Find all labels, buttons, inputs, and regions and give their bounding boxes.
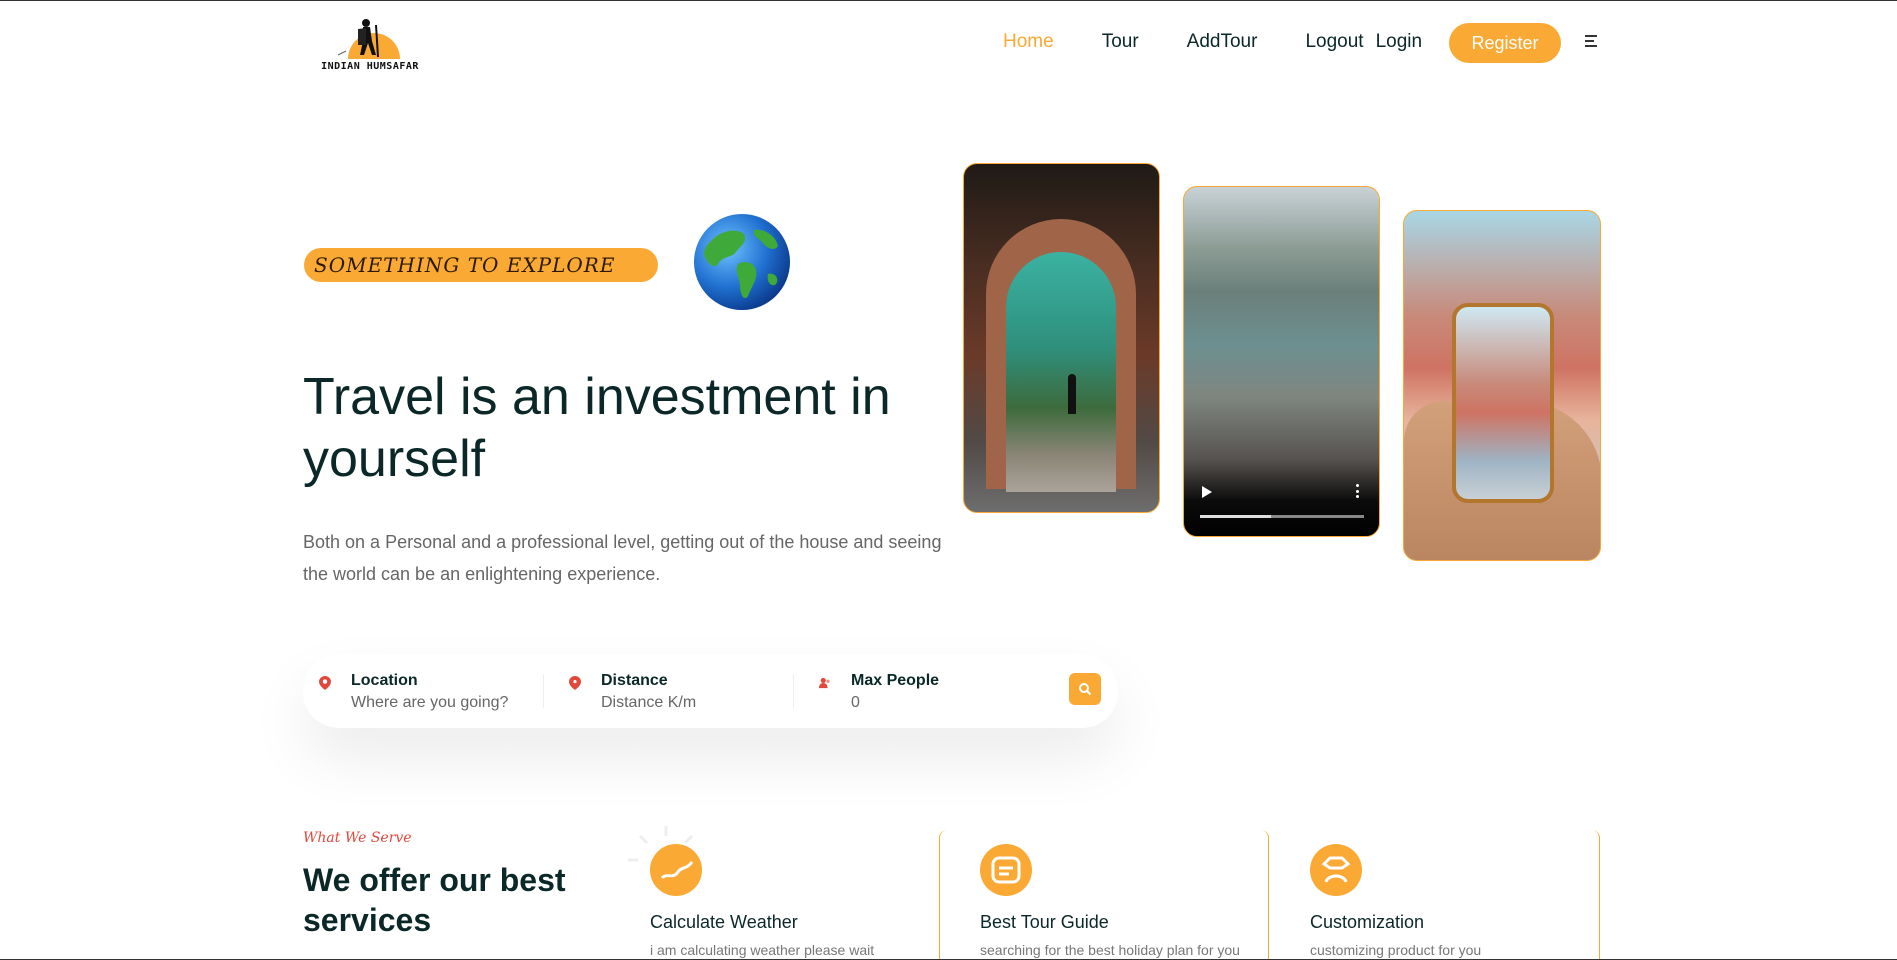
service-desc: customizing product for you (1310, 942, 1482, 958)
service-desc: i am calculating weather please wait (650, 942, 875, 958)
hiker-logo-icon (337, 19, 400, 59)
location-input[interactable]: Where are you going? (351, 694, 508, 712)
globe-icon (694, 214, 790, 310)
video-progress-bar[interactable] (1200, 515, 1364, 518)
phone-shape (1452, 303, 1554, 503)
service-title: Calculate Weather (650, 912, 798, 932)
search-divider (793, 674, 794, 708)
service-card-weather: Calculate Weather i am calculating weath… (628, 826, 960, 960)
hero-subtitle: SOMETHING TO EXPLORE (304, 248, 658, 282)
navbar: INDIAN HUMSAFAR Home Tour AddTour Logout… (0, 0, 1897, 86)
video-progress-fill (1200, 515, 1271, 518)
person-silhouette (1068, 374, 1076, 414)
register-button[interactable]: Register (1449, 23, 1561, 63)
weather-icon (650, 844, 702, 896)
nav-addtour[interactable]: AddTour (1187, 31, 1258, 53)
hero-title: Travel is an investment in yourself (303, 368, 891, 488)
play-icon[interactable] (1202, 486, 1212, 498)
max-people-input[interactable]: 0 (851, 694, 860, 712)
service-title: Customization (1310, 912, 1425, 932)
services-subtitle: What We Serve (303, 830, 412, 846)
gallery-image-arch (963, 163, 1160, 513)
service-card-customization: Customization customizing product for yo… (1270, 830, 1600, 960)
group-icon (819, 677, 830, 689)
nav-home[interactable]: Home (1003, 31, 1054, 53)
site-logo[interactable]: INDIAN HUMSAFAR (306, 15, 434, 73)
main-nav: Home Tour AddTour Logout Login (1003, 31, 1468, 53)
distance-input[interactable]: Distance K/m (601, 694, 696, 712)
service-desc: searching for the best holiday plan for … (980, 942, 1240, 958)
logo-text: INDIAN HUMSAFAR (321, 61, 419, 72)
gallery-video-river[interactable] (1183, 186, 1380, 537)
nav-logout[interactable]: Logout (1305, 31, 1363, 53)
more-options-icon[interactable] (1355, 484, 1359, 498)
nav-tour[interactable]: Tour (1102, 31, 1139, 53)
location-label: Location (351, 672, 418, 689)
customization-icon (1310, 844, 1362, 896)
map-pin-icon (319, 676, 331, 690)
gallery-image-phone (1403, 210, 1601, 561)
search-button[interactable] (1069, 673, 1101, 705)
search-bar: Location Where are you going? Distance D… (303, 654, 1118, 728)
service-title: Best Tour Guide (980, 912, 1109, 932)
max-people-label: Max People (851, 672, 940, 689)
search-icon (1079, 683, 1092, 696)
arch-view (1006, 252, 1116, 492)
services-title: We offer our best services (303, 862, 566, 938)
distance-label: Distance (601, 672, 668, 689)
hero-description: Both on a Personal and a professional le… (303, 532, 942, 584)
search-divider (543, 674, 544, 708)
nav-login[interactable]: Login (1376, 31, 1423, 53)
service-card-guide: Best Tour Guide searching for the best h… (939, 830, 1269, 960)
distance-pin-icon (569, 676, 581, 690)
menu-icon[interactable] (1585, 35, 1599, 49)
guide-icon (980, 844, 1032, 896)
